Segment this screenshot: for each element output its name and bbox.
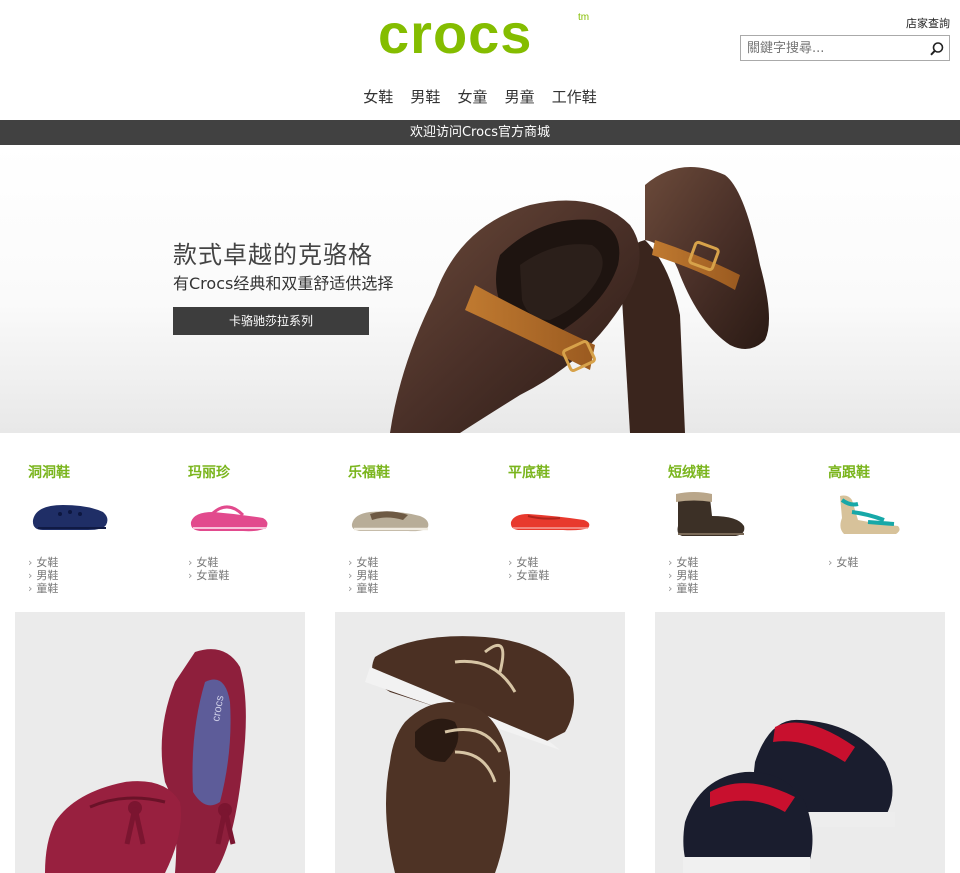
product-tile-sneaker[interactable]	[335, 612, 625, 873]
product-tile-slipon[interactable]	[655, 612, 945, 873]
search-box	[740, 35, 950, 61]
category-links: › 女鞋 › 女童鞋	[508, 556, 648, 582]
category-link[interactable]: › 童鞋	[28, 582, 168, 595]
category-mary-jane: 玛丽珍 › 女鞋 › 女童鞋	[188, 462, 328, 582]
logo-trademark: tm	[578, 12, 590, 23]
nav-item-women[interactable]: 女鞋	[363, 86, 393, 107]
clog-shoes-image	[390, 167, 769, 433]
chevron-right-icon: ›	[828, 556, 833, 569]
nav-item-men[interactable]: 男鞋	[410, 86, 440, 107]
category-links: › 女鞋 › 男鞋 › 童鞋	[668, 556, 808, 595]
category-links: › 女鞋 › 男鞋 › 童鞋	[348, 556, 488, 595]
nav-item-girls[interactable]: 女童	[457, 86, 487, 107]
category-title[interactable]: 洞洞鞋	[28, 462, 168, 482]
search-icon[interactable]	[929, 41, 945, 57]
welcome-bar: 欢迎访问Crocs官方商城	[0, 120, 960, 145]
hero-banner[interactable]: 款式卓越的克骆格 有Crocs经典和双重舒适供选择 卡骆驰莎拉系列	[0, 145, 960, 433]
chevron-right-icon: ›	[668, 556, 673, 569]
category-title[interactable]: 平底鞋	[508, 462, 648, 482]
category-flats: 平底鞋 › 女鞋 › 女童鞋	[508, 462, 648, 582]
category-title[interactable]: 乐福鞋	[348, 462, 488, 482]
wedge-heel-icon[interactable]	[828, 490, 918, 540]
chevron-right-icon: ›	[348, 582, 353, 595]
category-heels: 高跟鞋 › 女鞋	[828, 462, 960, 569]
chevron-right-icon: ›	[28, 556, 33, 569]
flat-shoe-icon[interactable]	[508, 490, 598, 540]
navy-red-slipon-image	[683, 719, 895, 873]
category-title[interactable]: 短绒鞋	[668, 462, 808, 482]
category-link[interactable]: › 女鞋	[348, 556, 488, 569]
chevron-right-icon: ›	[28, 582, 33, 595]
chevron-right-icon: ›	[28, 569, 33, 582]
category-link[interactable]: › 女鞋	[828, 556, 960, 569]
chevron-right-icon: ›	[508, 556, 513, 569]
category-link[interactable]: › 女鞋	[508, 556, 648, 569]
product-tile-loafer[interactable]: crocs	[15, 612, 305, 873]
category-links: › 女鞋 › 女童鞋	[188, 556, 328, 582]
search-input[interactable]	[741, 36, 921, 60]
category-title[interactable]: 高跟鞋	[828, 462, 960, 482]
hero-subtitle: 有Crocs经典和双重舒适供选择	[173, 274, 394, 293]
nav-item-work[interactable]: 工作鞋	[552, 86, 597, 107]
category-plush: 短绒鞋 › 女鞋 › 男鞋 › 童鞋	[668, 462, 808, 595]
category-link[interactable]: › 童鞋	[348, 582, 488, 595]
category-link[interactable]: › 女童鞋	[188, 569, 328, 582]
category-link[interactable]: › 男鞋	[668, 569, 808, 582]
category-link[interactable]: › 女鞋	[28, 556, 168, 569]
red-loafer-image: crocs	[45, 649, 246, 873]
chevron-right-icon: ›	[188, 569, 193, 582]
chevron-right-icon: ›	[348, 569, 353, 582]
category-link[interactable]: › 女童鞋	[508, 569, 648, 582]
loafer-shoe-icon[interactable]	[348, 490, 438, 540]
chevron-right-icon: ›	[348, 556, 353, 569]
mary-jane-shoe-icon[interactable]	[188, 490, 278, 540]
site-header: crocs tm 店家查詢 女鞋 男鞋 女童 男童 工作鞋	[0, 0, 960, 120]
chevron-right-icon: ›	[668, 582, 673, 595]
hero-cta-button[interactable]: 卡骆驰莎拉系列	[173, 307, 369, 335]
clog-shoe-icon[interactable]	[28, 490, 118, 540]
category-clogs: 洞洞鞋 › 女鞋 › 男鞋 › 童鞋	[28, 462, 168, 595]
plush-boot-icon[interactable]	[668, 490, 758, 540]
category-link[interactable]: › 男鞋	[28, 569, 168, 582]
chevron-right-icon: ›	[188, 556, 193, 569]
category-link[interactable]: › 男鞋	[348, 569, 488, 582]
category-loafers: 乐福鞋 › 女鞋 › 男鞋 › 童鞋	[348, 462, 488, 595]
category-row: 洞洞鞋 › 女鞋 › 男鞋 › 童鞋 玛丽珍 › 女鞋 › 女童鞋 乐福鞋 › …	[0, 462, 960, 595]
logo-wordmark: crocs	[378, 2, 533, 65]
crocs-logo[interactable]: crocs tm	[378, 6, 598, 62]
chevron-right-icon: ›	[508, 569, 513, 582]
main-nav: 女鞋 男鞋 女童 男童 工作鞋	[0, 86, 960, 107]
brown-sneaker-image	[365, 636, 574, 873]
category-link[interactable]: › 女鞋	[668, 556, 808, 569]
category-link[interactable]: › 女鞋	[188, 556, 328, 569]
hero-title: 款式卓越的克骆格	[173, 241, 373, 269]
nav-item-boys[interactable]: 男童	[505, 86, 535, 107]
category-title[interactable]: 玛丽珍	[188, 462, 328, 482]
store-locator-link[interactable]: 店家查詢	[906, 15, 950, 31]
category-links: › 女鞋	[828, 556, 960, 569]
chevron-right-icon: ›	[668, 569, 673, 582]
category-link[interactable]: › 童鞋	[668, 582, 808, 595]
category-links: › 女鞋 › 男鞋 › 童鞋	[28, 556, 168, 595]
